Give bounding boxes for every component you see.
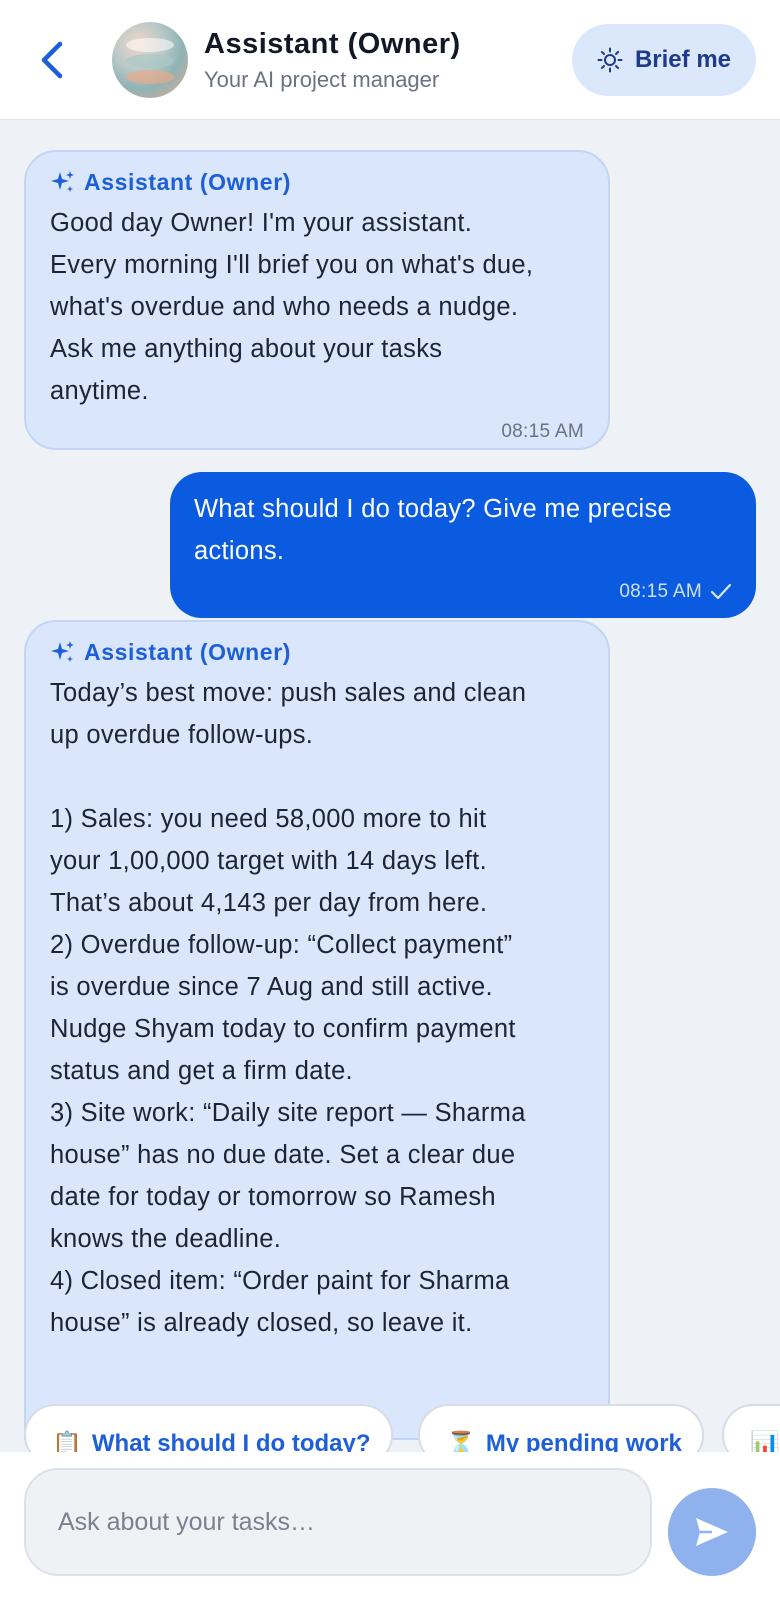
- chat-header: Assistant (Owner) Your AI project manage…: [0, 0, 780, 120]
- message-time: 08:15 AM: [619, 581, 702, 602]
- brief-me-label: Brief me: [634, 46, 732, 73]
- clipboard-icon: 📋: [52, 1431, 82, 1452]
- chip-what-should-i-do-today[interactable]: 📋 What should I do today?: [24, 1404, 393, 1452]
- brief-me-button[interactable]: Brief me: [572, 24, 756, 96]
- sender-name: Assistant (Owner): [84, 639, 292, 665]
- sun-icon: [597, 47, 623, 73]
- quick-suggestions: 📋 What should I do today? ⏳ My pending w…: [0, 1404, 780, 1452]
- send-icon: [696, 1518, 728, 1546]
- check-icon: [710, 583, 732, 600]
- assistant-message: Assistant (Owner) Good day Owner! I'm yo…: [24, 150, 610, 450]
- chip-label: What should I do today?: [91, 1430, 371, 1452]
- user-message: What should I do today? Give me precise …: [170, 472, 756, 618]
- sparkle-icon: [51, 641, 74, 662]
- chip-label: My pending work: [485, 1430, 682, 1452]
- message-text: What should I do today? Give me precise …: [194, 495, 673, 565]
- chip-overflow[interactable]: 📊: [722, 1404, 780, 1452]
- sparkle-icon: [51, 171, 74, 192]
- assistant-sender-label: Assistant (Owner): [50, 166, 584, 198]
- message-time: 08:15 AM: [501, 421, 584, 442]
- assistant-sender-label: Assistant (Owner): [50, 636, 584, 668]
- hourglass-icon: ⏳: [446, 1431, 476, 1452]
- send-button[interactable]: [668, 1488, 756, 1576]
- message-text: Good day Owner! I'm your assistant. Ever…: [50, 209, 534, 405]
- composer: [0, 1452, 780, 1600]
- header-title-block: Assistant (Owner) Your AI project manage…: [204, 28, 461, 93]
- sender-name: Assistant (Owner): [84, 169, 292, 195]
- assistant-message: Assistant (Owner) Today’s best move: pus…: [24, 620, 610, 1440]
- chart-icon: 📊: [750, 1431, 780, 1452]
- chevron-left-icon: [41, 41, 63, 79]
- back-button[interactable]: [28, 36, 76, 84]
- chip-my-pending-work[interactable]: ⏳ My pending work: [418, 1404, 704, 1452]
- message-text: Today’s best move: push sales and clean …: [50, 679, 527, 1337]
- message-input[interactable]: [24, 1468, 652, 1576]
- avatar: [112, 22, 188, 98]
- page-subtitle: Your AI project manager: [204, 67, 440, 92]
- page-title: Assistant (Owner): [204, 28, 461, 60]
- message-meta: 08:15 AM: [194, 580, 732, 604]
